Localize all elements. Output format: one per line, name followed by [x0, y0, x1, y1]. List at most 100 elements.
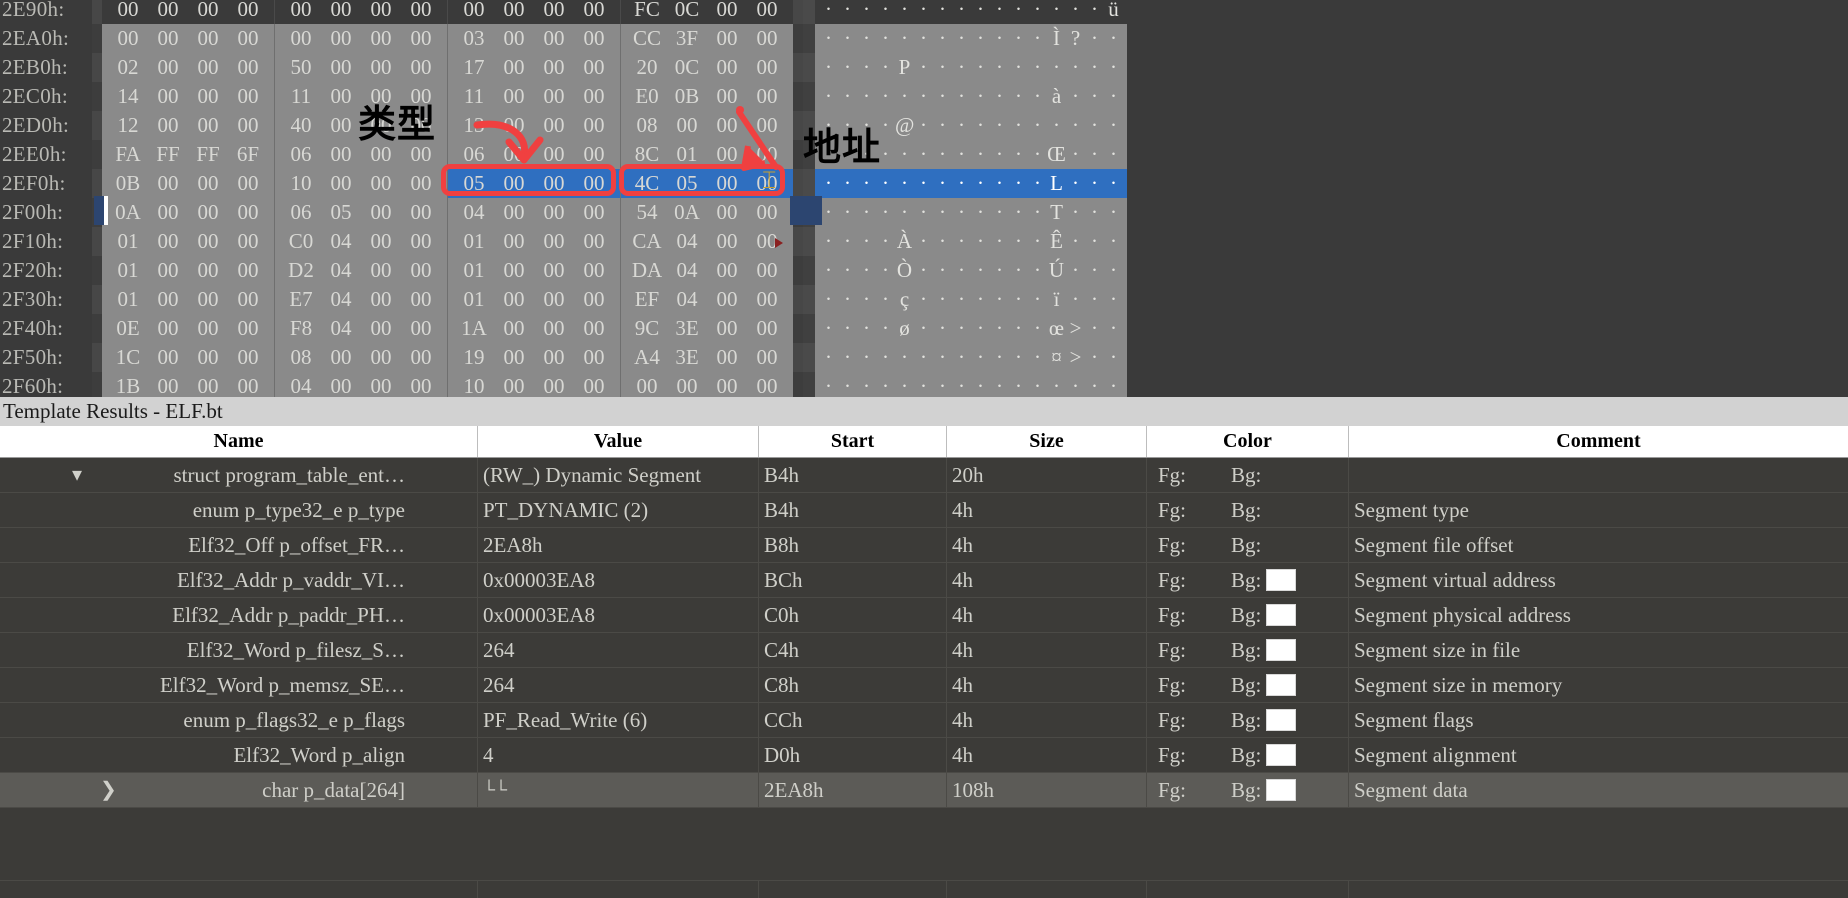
ascii-char[interactable]: ·: [1066, 53, 1085, 82]
hex-byte[interactable]: 00: [667, 111, 707, 140]
hex-row[interactable]: 2F60h: 1B 00 00 00 04 00 00 00 10 00 00 00 00 00 00 00 · ·…: [0, 372, 1127, 397]
hex-row[interactable]: 2EA0h: 00 00 00 00 00 00 00 00 03 00 00 00 CC 3F 00 00 · ·…: [0, 24, 1127, 53]
hex-byte[interactable]: 0B: [108, 169, 148, 198]
ascii-char[interactable]: ·: [857, 53, 876, 82]
cell-value[interactable]: (RW_) Dynamic Segment: [478, 458, 759, 492]
ascii-char[interactable]: ·: [895, 82, 914, 111]
hex-byte[interactable]: 00: [707, 111, 747, 140]
column-header-name[interactable]: Name: [0, 426, 478, 457]
ascii-char[interactable]: ·: [857, 24, 876, 53]
hex-byte[interactable]: 00: [534, 314, 574, 343]
hex-byte[interactable]: 00: [361, 0, 401, 24]
hex-byte-groups[interactable]: 01 00 00 00 C0 04 00 00 01 00 00 00 CA 04 00 00: [102, 227, 793, 256]
hex-byte[interactable]: 00: [148, 343, 188, 372]
hex-byte[interactable]: 00: [534, 82, 574, 111]
hex-byte[interactable]: 00: [534, 53, 574, 82]
hex-byte[interactable]: 05: [454, 169, 494, 198]
ascii-char[interactable]: ·: [933, 256, 952, 285]
cell-value[interactable]: 0x00003EA8: [478, 563, 759, 597]
hex-byte-group[interactable]: 1B 00 00 00: [102, 372, 275, 397]
hex-byte-group[interactable]: 9C 3E 00 00: [621, 314, 793, 343]
ascii-char[interactable]: ·: [914, 140, 933, 169]
ascii-char[interactable]: ·: [1009, 314, 1028, 343]
hex-byte[interactable]: 10: [281, 169, 321, 198]
ascii-char[interactable]: ·: [838, 0, 857, 24]
ascii-char[interactable]: >: [1066, 314, 1085, 343]
background-color-label[interactable]: Bg:: [1231, 633, 1261, 667]
hex-byte-groups[interactable]: 1C 00 00 00 08 00 00 00 19 00 00 00 A4 3E 00 00: [102, 343, 793, 372]
hex-byte-group[interactable]: 1C 00 00 00: [102, 343, 275, 372]
ascii-char[interactable]: ·: [1066, 82, 1085, 111]
ascii-char[interactable]: ·: [971, 227, 990, 256]
ascii-char[interactable]: ·: [876, 227, 895, 256]
hex-byte[interactable]: 0E: [108, 314, 148, 343]
ascii-char[interactable]: ·: [952, 256, 971, 285]
table-row[interactable]: Elf32_Addr p_paddr_PH… 0x00003EA8 C0h 4h Fg:…: [0, 598, 1848, 633]
ascii-char[interactable]: ·: [1104, 285, 1123, 314]
cell-start[interactable]: B4h: [759, 458, 947, 492]
hex-byte[interactable]: 6F: [228, 140, 268, 169]
hex-byte[interactable]: 00: [534, 343, 574, 372]
table-row[interactable]: enum p_type32_e p_type PT_DYNAMIC (2) B4h 4…: [0, 493, 1848, 528]
ascii-char[interactable]: ·: [1009, 343, 1028, 372]
hex-byte[interactable]: 06: [281, 140, 321, 169]
hex-byte[interactable]: 12: [108, 111, 148, 140]
cell-color[interactable]: Fg: Bg:: [1147, 458, 1349, 492]
ascii-char[interactable]: ·: [895, 343, 914, 372]
hex-row[interactable]: 2EC0h: 14 00 00 00 11 00 00 00 11 00 00 00 E0 0B 00 00 · ·…: [0, 82, 1127, 111]
hex-byte[interactable]: 00: [574, 140, 614, 169]
ascii-char[interactable]: ·: [952, 198, 971, 227]
foreground-color-label[interactable]: Fg:: [1158, 563, 1186, 597]
hex-byte[interactable]: 00: [574, 24, 614, 53]
hex-byte[interactable]: 08: [627, 111, 667, 140]
cell-value[interactable]: └└: [478, 773, 759, 807]
ascii-char[interactable]: ·: [819, 227, 838, 256]
hex-byte[interactable]: 01: [454, 256, 494, 285]
hex-byte-group[interactable]: C0 04 00 00: [275, 227, 448, 256]
ascii-char[interactable]: ·: [1085, 227, 1104, 256]
ascii-char[interactable]: ·: [990, 53, 1009, 82]
table-row[interactable]: Elf32_Addr p_vaddr_VI… 0x00003EA8 BCh 4h Fg:…: [0, 563, 1848, 598]
cell-name[interactable]: Elf32_Word p_memsz_SE…: [0, 668, 478, 702]
hex-byte-group[interactable]: A4 3E 00 00: [621, 343, 793, 372]
ascii-char[interactable]: ·: [1066, 198, 1085, 227]
hex-byte[interactable]: 0A: [667, 198, 707, 227]
hex-byte-groups[interactable]: 01 00 00 00 D2 04 00 00 01 00 00 00 DA 04 00 00: [102, 256, 793, 285]
ascii-char[interactable]: ·: [857, 372, 876, 397]
ascii-char[interactable]: ·: [914, 24, 933, 53]
hex-byte[interactable]: 00: [108, 24, 148, 53]
ascii-char[interactable]: ·: [1104, 140, 1123, 169]
ascii-char[interactable]: ·: [933, 372, 952, 397]
hex-byte[interactable]: FF: [148, 140, 188, 169]
ascii-char[interactable]: ·: [971, 343, 990, 372]
ascii-char[interactable]: ·: [914, 285, 933, 314]
hex-byte[interactable]: 06: [454, 140, 494, 169]
ascii-char[interactable]: ·: [952, 169, 971, 198]
hex-byte[interactable]: 00: [707, 53, 747, 82]
ascii-char[interactable]: ·: [1009, 53, 1028, 82]
hex-byte[interactable]: 00: [188, 285, 228, 314]
hex-byte-group[interactable]: 8C 01 00 00: [621, 140, 793, 169]
hex-byte[interactable]: 00: [361, 372, 401, 397]
hex-row[interactable]: 2ED0h: 12 00 00 00 40 00 00 00 13 00 00 00 08 00 00 00 · ·…: [0, 111, 1127, 140]
ascii-char[interactable]: ·: [933, 285, 952, 314]
ascii-char[interactable]: ·: [914, 111, 933, 140]
ascii-cell-row[interactable]: · · · · · · · · · · · · L · · ·: [815, 169, 1127, 198]
hex-byte[interactable]: 00: [321, 111, 361, 140]
ascii-char[interactable]: ·: [1085, 314, 1104, 343]
ascii-char[interactable]: ·: [990, 0, 1009, 24]
ascii-char[interactable]: ·: [838, 285, 857, 314]
hex-byte[interactable]: 04: [281, 372, 321, 397]
ascii-char[interactable]: ·: [895, 372, 914, 397]
cell-value[interactable]: 0x00003EA8: [478, 598, 759, 632]
hex-byte[interactable]: 00: [707, 0, 747, 24]
ascii-char[interactable]: ·: [1066, 285, 1085, 314]
ascii-char[interactable]: ·: [952, 285, 971, 314]
ascii-char[interactable]: ·: [1066, 227, 1085, 256]
hex-byte[interactable]: 11: [454, 82, 494, 111]
ascii-char[interactable]: ·: [952, 24, 971, 53]
hex-byte[interactable]: 00: [707, 82, 747, 111]
hex-byte[interactable]: 4C: [627, 169, 667, 198]
ascii-char[interactable]: ·: [1085, 198, 1104, 227]
cell-start[interactable]: C0h: [759, 598, 947, 632]
